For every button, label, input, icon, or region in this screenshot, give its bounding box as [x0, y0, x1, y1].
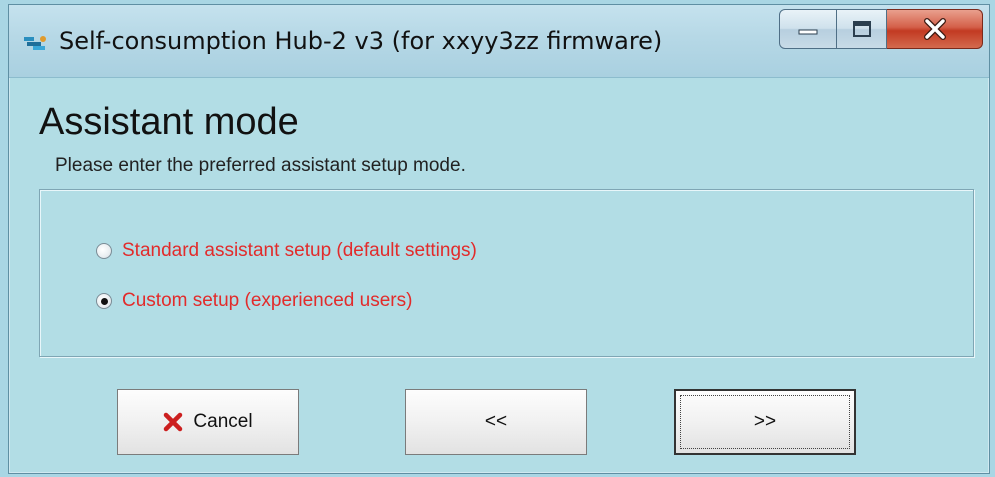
- option-standard-setup[interactable]: Standard assistant setup (default settin…: [96, 240, 477, 262]
- maximize-icon: [852, 21, 871, 37]
- option-label: Standard assistant setup (default settin…: [122, 240, 477, 261]
- back-button[interactable]: <<: [405, 389, 587, 455]
- title-bar[interactable]: Self-consumption Hub-2 v3 (for xxyy3zz f…: [9, 5, 989, 78]
- minimize-button[interactable]: [779, 9, 837, 49]
- cancel-label: Cancel: [193, 411, 253, 432]
- close-icon: [923, 18, 946, 40]
- option-label: Custom setup (experienced users): [122, 290, 413, 311]
- close-button[interactable]: [887, 9, 983, 49]
- page-heading: Assistant mode: [39, 101, 299, 143]
- radio-custom-setup[interactable]: [96, 293, 112, 309]
- maximize-button[interactable]: [837, 9, 887, 49]
- window-title: Self-consumption Hub-2 v3 (for xxyy3zz f…: [59, 27, 663, 55]
- option-custom-setup[interactable]: Custom setup (experienced users): [96, 290, 412, 312]
- dialog-window: Self-consumption Hub-2 v3 (for xxyy3zz f…: [8, 4, 990, 474]
- focus-rectangle: [680, 395, 850, 449]
- next-button[interactable]: >>: [674, 389, 856, 455]
- window-controls: [779, 9, 983, 51]
- cancel-button[interactable]: Cancel: [117, 389, 299, 455]
- app-icon: [23, 33, 49, 53]
- radio-standard-setup[interactable]: [96, 243, 112, 259]
- page-subtitle: Please enter the preferred assistant set…: [55, 155, 466, 176]
- cancel-x-icon: [163, 412, 183, 432]
- back-label: <<: [484, 411, 508, 432]
- radio-selected-dot: [100, 297, 108, 305]
- setup-mode-group: Standard assistant setup (default settin…: [39, 189, 974, 357]
- minimize-icon: [798, 29, 818, 35]
